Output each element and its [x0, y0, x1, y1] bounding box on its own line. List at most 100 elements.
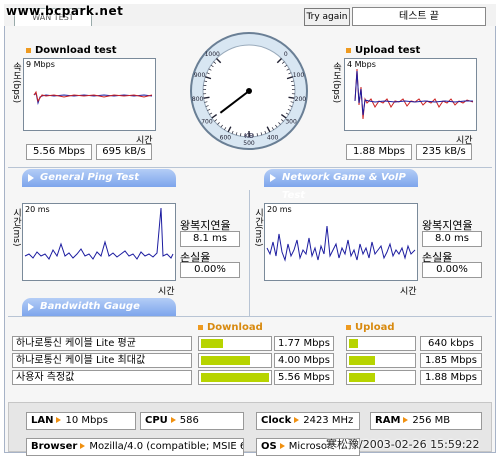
game-loss-value: 0.00%	[422, 262, 482, 278]
lan-info: LAN 10 Mbps	[26, 412, 136, 430]
ram-info: RAM 256 MB	[370, 412, 482, 430]
gauge-tick-label: 400	[267, 134, 279, 141]
download-graph-plot	[33, 90, 153, 105]
download-kbs: 695 kB/s	[96, 144, 152, 160]
ping-graph-plot	[24, 207, 174, 260]
upload-value: 1.85 Mbps	[420, 353, 482, 368]
gauge-hub	[246, 88, 252, 94]
download-value: 5.56 Mbps	[274, 370, 334, 385]
gauge-unit: KB	[244, 132, 254, 140]
bandwidth-row-label: 사용자 측정값	[12, 370, 192, 385]
download-graph: 9 Mbps	[23, 58, 156, 131]
arrow-icon	[80, 442, 86, 449]
download-value: 4.00 Mbps	[274, 353, 334, 368]
bullet-icon	[346, 324, 351, 330]
bullet-icon	[198, 324, 203, 330]
divider	[8, 167, 492, 168]
gauge-tick-label: 0	[284, 51, 288, 58]
download-value: 1.77 Mbps	[274, 336, 334, 351]
cpu-value: 586	[179, 415, 199, 426]
arrow-icon	[170, 416, 176, 423]
bullet-icon	[26, 47, 31, 53]
upload-bar-fill	[349, 339, 358, 348]
general-ping-test-header: General Ping Test	[22, 169, 176, 187]
cpu-info: CPU 586	[140, 412, 244, 430]
gauge-tick-label: 200	[295, 96, 307, 103]
gauge-tick	[203, 96, 210, 99]
download-col-title: Download	[198, 322, 263, 333]
status-text: 테스트 끝	[352, 7, 486, 26]
gauge-tick-label: 100	[293, 72, 305, 79]
ping-latency-value: 8.1 ms	[180, 231, 240, 247]
upload-ylabel: 속도(bps)	[331, 62, 341, 104]
browser-value: Mozilla/4.0 (compatible; MSIE 6.0	[89, 441, 244, 452]
upload-bar-fill	[349, 356, 375, 365]
download-bar	[198, 353, 272, 368]
download-bar	[198, 370, 272, 385]
upload-bar	[346, 370, 416, 385]
ping-xlabel: 시간	[158, 287, 175, 297]
download-mbps: 5.56 Mbps	[26, 144, 92, 160]
upload-value: 640 kbps	[420, 336, 482, 351]
download-ylabel: 속도(bps)	[11, 62, 21, 104]
upload-kbs: 235 kB/s	[416, 144, 472, 160]
clock-info: Clock 2423 MHz	[256, 412, 360, 430]
bandwidth-gauge-header: Bandwidth Gauge	[22, 298, 176, 316]
game-graph: 20 ms	[264, 203, 418, 281]
arrow-icon	[294, 416, 300, 423]
upload-bar-fill	[349, 373, 376, 382]
arrow-icon	[56, 416, 62, 423]
download-bar-fill	[201, 339, 223, 348]
lan-label: LAN	[31, 415, 54, 426]
bandwidth-row-label: 하나로통신 케이블 Lite 평균	[12, 336, 192, 351]
upload-graph: 4 Mbps	[344, 58, 477, 131]
gauge-tick-label: 800	[192, 96, 204, 103]
gauge-tick	[288, 96, 295, 99]
upload-mbps: 1.88 Mbps	[346, 144, 412, 160]
watermark: www.bcpark.net	[6, 4, 124, 18]
upload-bar	[346, 336, 416, 351]
gauge-tick-label: 500	[243, 140, 255, 147]
browser-info: Browser Mozilla/4.0 (compatible; MSIE 6.0	[26, 438, 244, 456]
bandwidth-row-label: 하나로통신 케이블 Lite 최대값	[12, 353, 192, 368]
gauge-tick-label: 900	[194, 72, 206, 79]
game-xlabel: 시간	[400, 287, 417, 297]
ping-loss-value: 0.00%	[180, 262, 240, 278]
clock-value: 2423 MHz	[303, 415, 354, 426]
arrow-icon	[279, 442, 285, 449]
gauge-tick-label: 300	[285, 119, 297, 126]
try-again-button[interactable]: Try again	[304, 8, 350, 26]
download-col-label: Download	[207, 322, 263, 333]
upload-value: 1.88 Mbps	[420, 370, 482, 385]
download-bar	[198, 336, 272, 351]
cpu-label: CPU	[145, 415, 168, 426]
upload-test-title: Upload test	[346, 45, 420, 56]
download-bar-fill	[201, 373, 269, 382]
upload-test-label: Upload test	[355, 45, 421, 56]
speed-gauge: 0 100 200 300 400 500 600 700 800 900 1000 KB	[190, 32, 308, 150]
browser-label: Browser	[31, 441, 78, 452]
datestamp: 寒松豫/2003-02-26 15:59:22	[326, 438, 480, 451]
ram-value: 256 MB	[412, 415, 451, 426]
gauge-tick-label: 1000	[205, 51, 220, 58]
divider	[249, 190, 250, 316]
arrow-icon	[403, 416, 409, 423]
os-label: OS	[261, 441, 277, 452]
download-test-label: Download test	[35, 45, 117, 56]
upload-graph-plot	[354, 68, 474, 120]
clock-label: Clock	[261, 415, 292, 426]
lan-value: 10 Mbps	[65, 415, 108, 426]
download-test-title: Download test	[26, 45, 117, 56]
download-bar-fill	[201, 356, 250, 365]
upload-bar	[346, 353, 416, 368]
gauge-tick-label: 600	[220, 134, 232, 141]
upload-col-title: Upload	[346, 322, 394, 333]
network-game-voip-test-header: Network Game & VoIP Test	[264, 169, 418, 201]
divider	[8, 316, 492, 317]
ping-graph: 20 ms	[22, 203, 176, 281]
game-graph-plot	[266, 225, 416, 262]
bullet-icon	[346, 47, 351, 53]
ram-label: RAM	[375, 415, 401, 426]
upload-col-label: Upload	[355, 322, 395, 333]
game-latency-value: 8.0 ms	[422, 231, 482, 247]
